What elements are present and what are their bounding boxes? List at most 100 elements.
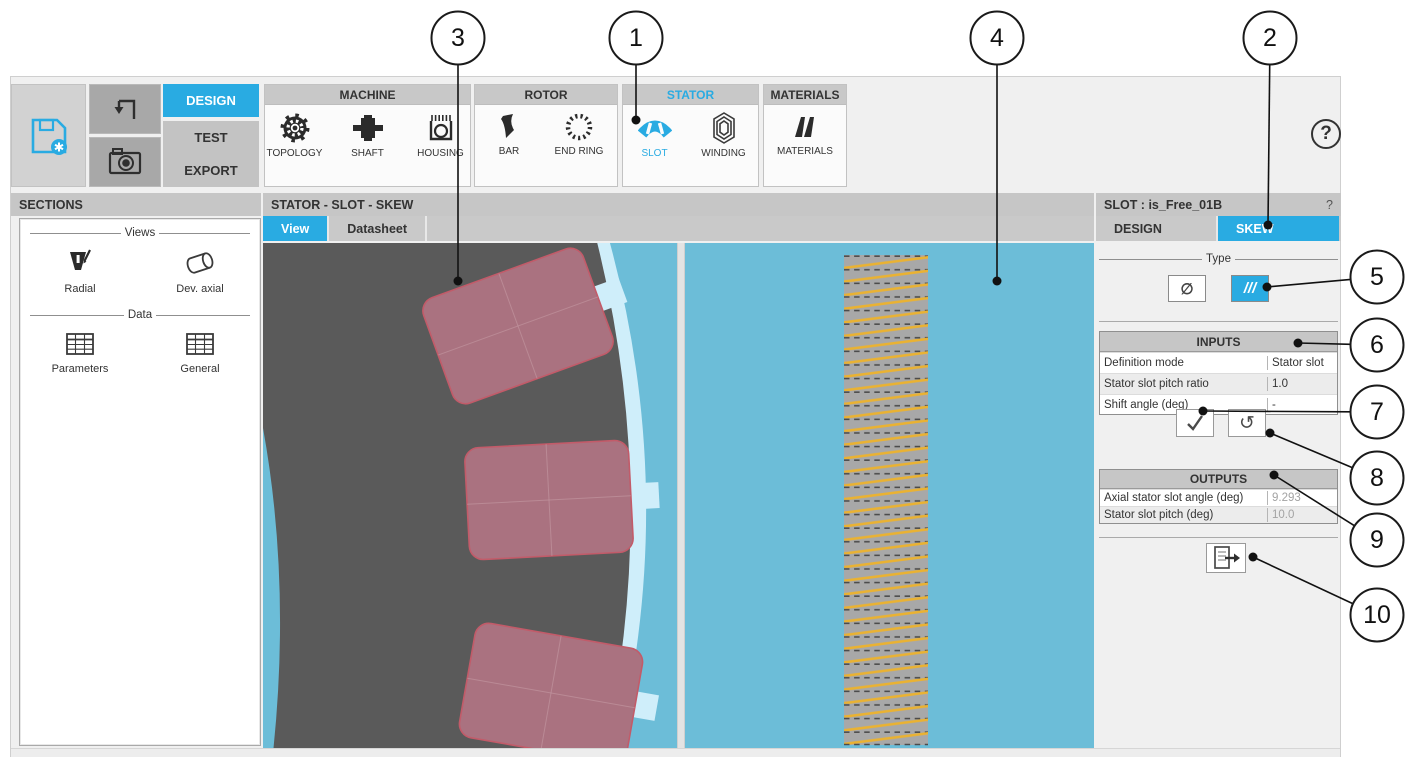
dev-axial-skew-view-canvas[interactable] <box>685 243 1094 748</box>
item-label: SHAFT <box>351 148 384 159</box>
main-tabbar: View Datasheet <box>263 216 1094 241</box>
skew-lines-icon: /// <box>1244 280 1257 297</box>
input-definition-mode-value[interactable]: Stator slot <box>1267 356 1337 370</box>
callout-number-3: 3 <box>451 24 465 52</box>
toolbar-item-end-ring[interactable]: END RING <box>549 111 609 157</box>
no-skew-icon: ∅ <box>1180 280 1193 298</box>
outputs-table-title: OUTPUTS <box>1100 470 1337 489</box>
toolbar-item-shaft[interactable]: SHAFT <box>338 111 397 159</box>
general-table-icon <box>184 329 216 359</box>
mode-design-button[interactable]: DESIGN <box>163 84 259 117</box>
output-row-label: Stator slot pitch (deg) <box>1100 508 1267 522</box>
sidebar-item-parameters[interactable]: Parameters <box>35 329 125 375</box>
skew-type-linear-button[interactable]: /// <box>1231 275 1269 302</box>
sidebar-item-dev-axial-view[interactable]: Dev. axial <box>155 247 245 295</box>
housing-icon <box>424 111 458 145</box>
item-label: END RING <box>555 146 604 157</box>
winding-icon <box>707 111 741 145</box>
views-divider: Views <box>30 227 250 239</box>
callout-number-4: 4 <box>990 24 1004 52</box>
callout-number-10: 10 <box>1363 601 1391 629</box>
callout-number-9: 9 <box>1370 526 1384 554</box>
input-row-label: Stator slot pitch ratio <box>1100 377 1267 391</box>
sidebar-title: SECTIONS <box>19 198 83 212</box>
export-report-button[interactable] <box>1206 543 1246 573</box>
topology-icon <box>278 111 312 145</box>
help-label: ? <box>1320 123 1332 145</box>
tab-skew[interactable]: SKEW <box>1218 216 1339 241</box>
output-slot-pitch-value: 10.0 <box>1267 508 1337 522</box>
group-title-rotor: ROTOR <box>475 85 617 105</box>
mode-export-button[interactable]: EXPORT <box>163 154 259 187</box>
data-divider: Data <box>30 309 250 321</box>
view-splitter[interactable] <box>677 243 685 748</box>
callout-circle-7 <box>1351 386 1404 439</box>
sidebar-item-general[interactable]: General <box>155 329 245 375</box>
save-button[interactable] <box>11 84 86 187</box>
callout-circle-4 <box>971 12 1024 65</box>
item-label: SLOT <box>641 148 667 159</box>
tab-datasheet[interactable]: Datasheet <box>329 216 427 241</box>
input-slot-pitch-ratio-value[interactable]: 1.0 <box>1267 377 1337 391</box>
type-divider-label: Type <box>1202 253 1235 265</box>
export-document-icon <box>1211 545 1241 571</box>
callout-number-6: 6 <box>1370 331 1384 359</box>
status-footer <box>11 748 1340 757</box>
checkmark-icon <box>1183 411 1207 435</box>
callout-circle-8 <box>1351 452 1404 505</box>
toolbar-item-bar[interactable]: BAR <box>483 111 535 157</box>
sidebar-header: SECTIONS <box>11 193 261 216</box>
outputs-table: OUTPUTS Axial stator slot angle (deg) 9.… <box>1099 469 1338 524</box>
camera-icon <box>107 144 143 180</box>
main-view-title: STATOR - SLOT - SKEW <box>271 198 413 212</box>
mode-test-button[interactable]: TEST <box>163 121 259 154</box>
slot-panel-title: SLOT : is_Free_01B <box>1104 198 1222 212</box>
sidebar-item-radial-view[interactable]: Radial <box>35 247 125 295</box>
radial-slot-view-canvas[interactable] <box>263 243 677 748</box>
section-separator <box>1099 321 1338 322</box>
item-label: TOPOLOGY <box>267 148 323 159</box>
toolbar-item-materials[interactable]: MATERIALS <box>772 111 838 157</box>
parameters-table-icon <box>64 329 96 359</box>
item-label: WINDING <box>701 148 745 159</box>
apply-button[interactable] <box>1176 409 1214 437</box>
callout-number-2: 2 <box>1263 24 1277 52</box>
bar-icon <box>493 111 525 143</box>
callout-number-1: 1 <box>629 24 643 52</box>
section-separator <box>1099 537 1338 538</box>
item-label: MATERIALS <box>777 146 833 157</box>
type-divider: Type <box>1099 253 1338 265</box>
item-label: HOUSING <box>417 148 464 159</box>
tab-design[interactable]: DESIGN <box>1096 216 1218 241</box>
toolbar-item-topology[interactable]: TOPOLOGY <box>265 111 324 159</box>
dev-axial-view-icon <box>183 247 217 279</box>
callout-circle-6 <box>1351 319 1404 372</box>
import-step-button[interactable] <box>89 84 161 134</box>
input-shift-angle-value[interactable]: - <box>1267 398 1337 412</box>
sidebar-item-label: Parameters <box>52 363 109 375</box>
skew-type-none-button[interactable]: ∅ <box>1168 275 1206 302</box>
sidebar-item-label: General <box>180 363 219 375</box>
materials-icon <box>789 111 821 143</box>
panel-help-icon[interactable]: ? <box>1326 198 1333 212</box>
app-window: DESIGN TEST EXPORT MACHINE TOPOLOGY <box>10 76 1341 757</box>
shaft-icon <box>351 111 385 145</box>
toolbar-group-machine: MACHINE TOPOLOGY SHAFT <box>264 84 471 187</box>
screenshot-button[interactable] <box>89 137 161 187</box>
reset-button[interactable]: ↺ <box>1228 409 1266 437</box>
output-axial-slot-angle-value: 9.293 <box>1267 491 1337 505</box>
slot-panel-header: SLOT : is_Free_01B ? <box>1096 193 1341 216</box>
toolbar-group-rotor: ROTOR BAR END RING <box>474 84 618 187</box>
return-arrow-icon <box>108 92 142 126</box>
output-row-label: Axial stator slot angle (deg) <box>1100 491 1267 505</box>
toolbar-item-slot[interactable]: SLOT <box>629 111 681 159</box>
reset-icon: ↺ <box>1239 412 1255 435</box>
main-view-header: STATOR - SLOT - SKEW <box>263 193 1094 216</box>
data-divider-label: Data <box>124 309 156 321</box>
toolbar-item-winding[interactable]: WINDING <box>695 111 753 159</box>
tab-view[interactable]: View <box>263 216 329 241</box>
input-row-label: Definition mode <box>1100 356 1267 370</box>
toolbar-item-housing[interactable]: HOUSING <box>411 111 470 159</box>
callout-circle-1 <box>610 12 663 65</box>
help-button[interactable]: ? <box>1311 119 1341 149</box>
